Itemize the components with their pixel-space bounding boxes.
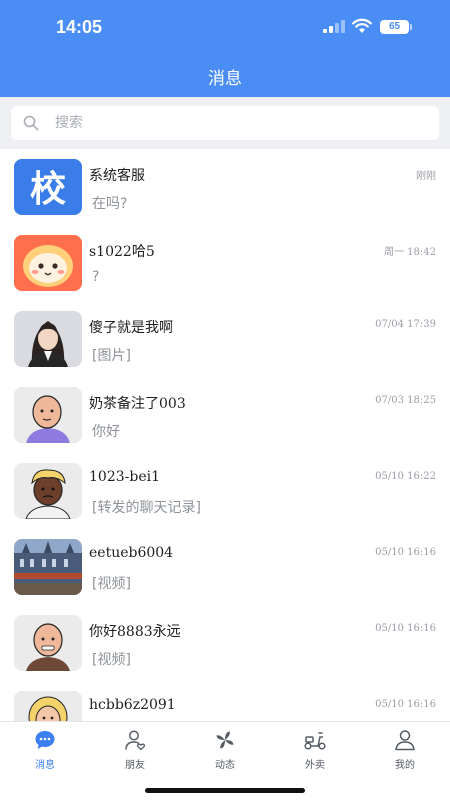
pinwheel-icon <box>216 731 234 749</box>
chat-name: eetueb6004 <box>89 545 174 561</box>
search-icon <box>23 115 39 131</box>
chat-item[interactable]: 奶茶备注了003 你好 07/03 18:25 <box>0 377 450 453</box>
cartoon-bald-man-icon <box>14 387 82 443</box>
status-time: 14:05 <box>56 17 103 37</box>
chat-preview: [视频] <box>92 652 131 668</box>
chat-item[interactable]: s1022哈5 ? 周一 18:42 <box>0 225 450 301</box>
chat-item[interactable]: 傻子就是我啊 [图片] 07/04 17:39 <box>0 301 450 377</box>
chat-list: 校 系统客服 在吗? 刚刚 s1022哈5 ? 周一 18:42 傻子就是我啊 … <box>0 149 450 721</box>
chat-name: 1023-bei1 <box>89 469 160 485</box>
page-title: 消息 <box>208 69 242 89</box>
search-box[interactable] <box>11 106 439 140</box>
chat-time: 05/10 16:16 <box>375 623 436 634</box>
chat-name: s1022哈5 <box>89 244 155 260</box>
status-bar: 14:05 65 <box>0 0 450 50</box>
chat-time: 07/04 17:39 <box>375 319 436 330</box>
chat-name: 你好8883永远 <box>89 624 181 640</box>
search-area <box>0 97 450 149</box>
friends-icon <box>125 730 146 751</box>
chat-preview: 在吗? <box>92 196 128 212</box>
chat-name: 傻子就是我啊 <box>89 320 173 336</box>
app-header: 14:05 65 消息 <box>0 0 450 97</box>
avatar: 校 <box>14 159 82 215</box>
chat-item[interactable]: eetueb6004 [视频] 05/10 16:16 <box>0 529 450 605</box>
tab-moments[interactable]: 动态 <box>180 726 270 774</box>
chat-item[interactable]: hcbb6z2091 05/10 16:16 <box>0 681 450 721</box>
tab-friends[interactable]: 朋友 <box>90 726 180 774</box>
avatar-logo-text: 校 <box>30 169 66 210</box>
tab-label: 外卖 <box>305 760 325 771</box>
chat-name: 奶茶备注了003 <box>89 396 186 412</box>
chat-name: hcbb6z2091 <box>89 697 176 713</box>
tab-label: 朋友 <box>125 760 145 771</box>
chat-preview: ? <box>92 269 100 285</box>
chat-name: 系统客服 <box>89 168 145 184</box>
chat-time: 05/10 16:22 <box>375 471 436 482</box>
wifi-icon <box>352 18 372 33</box>
cellular-signal-icon <box>323 20 345 33</box>
tab-label: 动态 <box>215 760 235 771</box>
chat-time: 刚刚 <box>416 171 436 182</box>
home-indicator <box>145 788 305 793</box>
avatar <box>14 235 82 291</box>
tab-label: 消息 <box>35 760 55 771</box>
chat-item[interactable]: 你好8883永远 [视频] 05/10 16:16 <box>0 605 450 681</box>
scooter-icon <box>304 732 326 750</box>
avatar <box>14 463 82 519</box>
chat-time: 周一 18:42 <box>384 247 436 258</box>
school-logo-icon: 校 <box>14 159 82 215</box>
chat-preview: 你好 <box>92 424 120 440</box>
chat-bubble-icon <box>35 731 55 749</box>
avatar <box>14 539 82 595</box>
battery-level: 65 <box>388 21 401 32</box>
chat-time: 05/10 16:16 <box>375 547 436 558</box>
avatar <box>14 387 82 443</box>
battery-tip <box>410 24 412 30</box>
tab-takeout[interactable]: 外卖 <box>270 726 360 774</box>
battery-icon: 65 <box>380 20 409 34</box>
chat-time: 07/03 18:25 <box>375 395 436 406</box>
cartoon-woman-blonde-icon <box>14 691 82 721</box>
avatar <box>14 691 82 721</box>
avatar <box>14 615 82 671</box>
avatar <box>14 311 82 367</box>
search-input[interactable] <box>55 106 425 140</box>
chat-preview: [视频] <box>92 576 131 592</box>
building-photo-icon <box>14 539 82 595</box>
chat-item-system-service[interactable]: 校 系统客服 在吗? 刚刚 <box>0 149 450 225</box>
chat-item[interactable]: 1023-bei1 [转发的聊天记录] 05/10 16:22 <box>0 453 450 529</box>
chat-time: 05/10 16:16 <box>375 699 436 710</box>
tab-messages[interactable]: 消息 <box>0 726 90 774</box>
cartoon-face-icon <box>14 235 82 291</box>
profile-icon <box>395 730 415 751</box>
tab-profile[interactable]: 我的 <box>360 726 450 774</box>
chat-preview: [转发的聊天记录] <box>92 500 201 516</box>
tab-label: 我的 <box>395 760 415 771</box>
person-photo-icon <box>14 311 82 367</box>
chat-preview: [图片] <box>92 348 131 364</box>
cartoon-bald-man-icon <box>14 615 82 671</box>
cartoon-man-blonde-icon <box>14 463 82 519</box>
